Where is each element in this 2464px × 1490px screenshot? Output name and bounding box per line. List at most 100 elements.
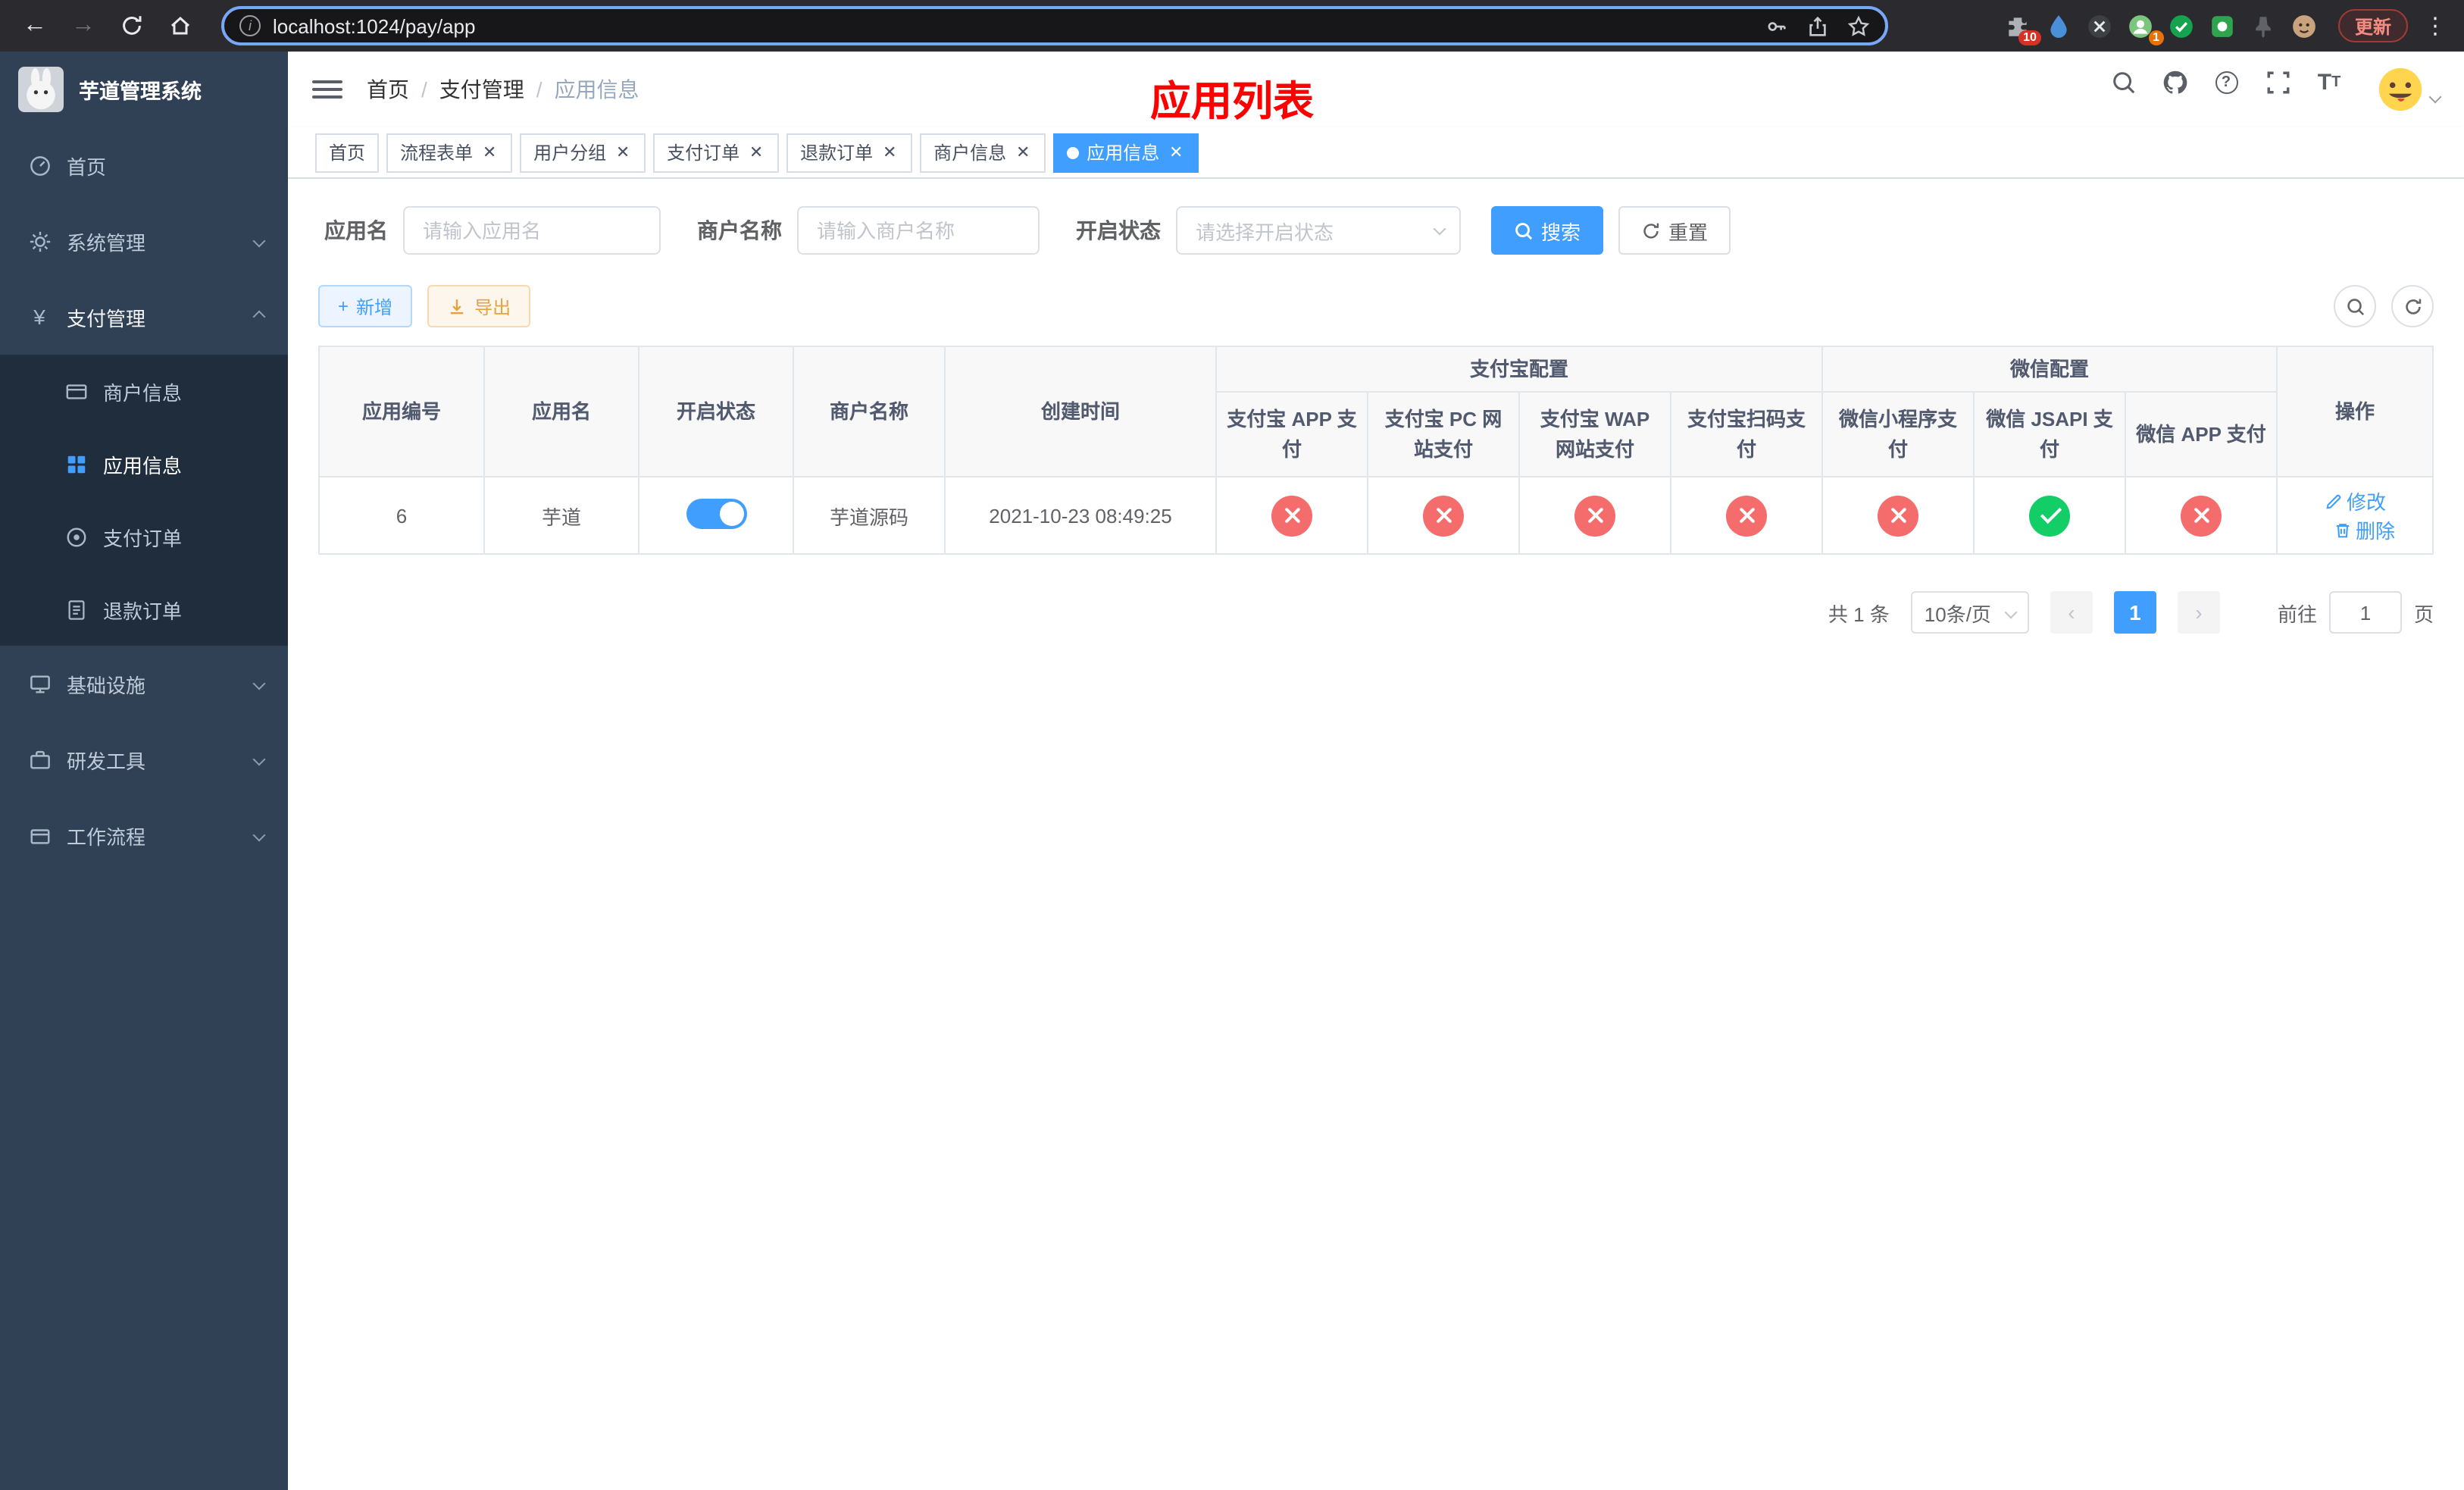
col-header-alipay-wap: 支付宝 WAP 网站支付 (1518, 391, 1671, 477)
search-icon (1515, 222, 1533, 239)
extension-dark-circle-icon[interactable] (2087, 12, 2114, 39)
dashboard-icon (27, 153, 52, 177)
cell-created: 2021-10-23 08:49:25 (944, 476, 1217, 555)
sidebar-item-payment[interactable]: ¥ 支付管理 (0, 279, 288, 355)
delete-button[interactable]: 删除 (2333, 515, 2395, 544)
extension-face-icon[interactable] (2291, 12, 2319, 39)
tab-process-form[interactable]: 流程表单 ✕ (386, 133, 513, 172)
user-menu[interactable] (2378, 67, 2442, 112)
search-icon[interactable] (2108, 67, 2138, 97)
share-icon[interactable] (1806, 14, 1829, 37)
sidebar-item-dev-tools[interactable]: 研发工具 (0, 722, 288, 797)
col-header-alipay-qr: 支付宝扫码支付 (1669, 391, 1824, 477)
bookmark-star-icon[interactable] (1847, 14, 1870, 37)
edit-button[interactable]: 修改 (2324, 487, 2386, 515)
sidebar-item-merchant-info[interactable]: 商户信息 (0, 355, 288, 427)
reload-icon[interactable] (112, 6, 152, 45)
cell-wx-app (2125, 476, 2278, 555)
sidebar-fold-icon[interactable] (312, 74, 342, 105)
col-header-status: 开启状态 (638, 346, 794, 477)
col-header-app-id: 应用编号 (318, 346, 485, 477)
sidebar-item-workflow[interactable]: 工作流程 (0, 797, 288, 873)
merchant-name-input[interactable] (797, 206, 1040, 255)
current-page-button[interactable]: 1 (2113, 591, 2156, 634)
update-button[interactable]: 更新 (2337, 9, 2408, 42)
tab-home[interactable]: 首页 (315, 133, 380, 172)
key-icon[interactable] (1765, 14, 1788, 37)
cell-merchant: 芋道源码 (793, 476, 946, 555)
close-icon[interactable]: ✕ (880, 142, 899, 162)
goto-page-input[interactable] (2328, 591, 2402, 634)
breadcrumb-payment[interactable]: 支付管理 (439, 74, 524, 105)
sidebar-item-refund-order[interactable]: 退款订单 (0, 573, 288, 646)
tab-app-info[interactable]: 应用信息 ✕ (1053, 133, 1199, 172)
extension-avatar-icon[interactable]: 1 (2128, 12, 2164, 45)
sidebar-item-home[interactable]: 首页 (0, 127, 288, 203)
extension-pin-icon[interactable] (2250, 12, 2278, 39)
cell-alipay-wap (1518, 476, 1671, 555)
sidebar-item-pay-order[interactable]: 支付订单 (0, 500, 288, 573)
toggle-search-button[interactable] (2334, 285, 2376, 327)
payment-submenu: 商户信息 应用信息 支付订单 退款订单 (0, 355, 288, 646)
extension-check-icon[interactable] (2169, 12, 2196, 39)
tab-user-group[interactable]: 用户分组 ✕ (520, 133, 646, 172)
group-header-alipay: 支付宝配置 (1215, 346, 1824, 393)
table-row: 6 芋道 芋道源码 2021-10-23 08:49:25 修改 删除 (318, 476, 2434, 555)
font-size-icon[interactable]: TT (2314, 67, 2344, 97)
address-bar[interactable]: i localhost:1024/pay/app (221, 6, 1888, 45)
sidebar-item-label: 支付订单 (103, 527, 183, 549)
top-navbar: 首页 / 支付管理 / 应用信息 ? TT (288, 52, 2464, 127)
search-icon (2347, 298, 2364, 315)
col-header-merchant: 商户名称 (793, 346, 946, 477)
cell-actions: 修改 删除 (2276, 476, 2434, 555)
wx-app-status-icon (2181, 495, 2222, 536)
url-text[interactable]: localhost:1024/pay/app (273, 14, 1753, 37)
close-icon[interactable]: ✕ (747, 142, 765, 162)
refresh-button[interactable] (2391, 285, 2434, 327)
next-page-button[interactable]: › (2177, 591, 2220, 634)
github-icon[interactable] (2159, 67, 2190, 97)
extensions-puzzle-icon[interactable]: 10 (2005, 12, 2041, 45)
back-icon[interactable]: ← (15, 6, 55, 45)
prev-page-button[interactable]: ‹ (2050, 591, 2093, 634)
sidebar-item-app-info[interactable]: 应用信息 (0, 427, 288, 500)
filter-form: 应用名 商户名称 开启状态 请选择开启状态 搜索 重置 (318, 206, 2434, 255)
status-select[interactable]: 请选择开启状态 (1176, 206, 1461, 255)
app-name-input[interactable] (403, 206, 661, 255)
extensions-area: 10 1 更新 ⋮ (1915, 9, 2449, 45)
reset-button[interactable]: 重置 (1618, 206, 1731, 255)
close-icon[interactable]: ✕ (614, 142, 632, 162)
extension-chat-icon[interactable] (2209, 12, 2237, 39)
tab-pay-order[interactable]: 支付订单 ✕ (653, 133, 780, 172)
extension-drop-icon[interactable] (2046, 12, 2073, 39)
order-icon (64, 524, 88, 549)
close-icon[interactable]: ✕ (1014, 142, 1032, 162)
tab-merchant-info[interactable]: 商户信息 ✕ (920, 133, 1046, 172)
forward-icon[interactable]: → (64, 6, 103, 45)
tab-label: 流程表单 (400, 142, 474, 164)
home-icon[interactable] (161, 6, 200, 45)
edit-icon (2325, 493, 2340, 509)
page-size-select[interactable]: 10条/页 (1910, 591, 2029, 634)
breadcrumb-home[interactable]: 首页 (367, 74, 409, 105)
fullscreen-icon[interactable] (2262, 67, 2293, 97)
pagination-total: 共 1 条 (1828, 603, 1890, 625)
search-button[interactable]: 搜索 (1491, 206, 1604, 255)
help-icon[interactable]: ? (2211, 67, 2241, 97)
add-button[interactable]: + 新增 (318, 285, 413, 327)
tab-refund-order[interactable]: 退款订单 ✕ (786, 133, 913, 172)
logo[interactable]: 芋道管理系统 (0, 52, 288, 127)
pagination: 共 1 条 10条/页 ‹ 1 › 前往 页 (318, 591, 2434, 634)
export-button[interactable]: 导出 (427, 285, 531, 327)
chevron-down-icon (252, 234, 266, 248)
close-icon[interactable]: ✕ (480, 142, 499, 162)
status-toggle[interactable] (686, 498, 746, 528)
info-icon[interactable]: i (239, 15, 261, 36)
close-icon[interactable]: ✕ (1167, 142, 1185, 162)
cell-wx-jsapi (1973, 476, 2127, 555)
chevron-down-icon (1433, 222, 1446, 236)
sidebar-item-infra[interactable]: 基础设施 (0, 646, 288, 722)
browser-menu-icon[interactable]: ⋮ (2422, 12, 2449, 39)
refresh-icon (1643, 222, 1659, 238)
sidebar-item-system[interactable]: 系统管理 (0, 203, 288, 279)
